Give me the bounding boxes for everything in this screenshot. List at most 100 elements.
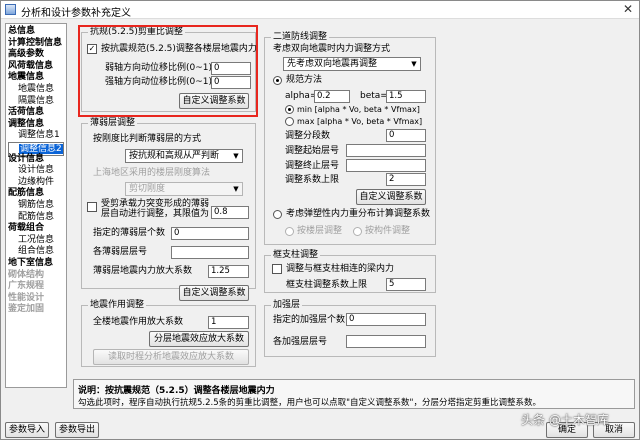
transfer-label-2: 层自动进行调整，其限值为 <box>101 209 210 219</box>
two-stage-custom-button[interactable]: 自定义调整系数 <box>356 189 426 205</box>
nav-item-label: 调整信息 <box>8 118 45 129</box>
nav-item[interactable]: 配筋信息 <box>8 212 54 223</box>
end-layer-input[interactable] <box>346 159 426 172</box>
by-member-radio[interactable] <box>353 227 362 236</box>
frame-support-title: 框支柱调整 <box>271 250 321 261</box>
nav-item[interactable]: 工况信息 <box>8 235 54 246</box>
nav-item[interactable]: 边缘构件 <box>8 177 54 188</box>
dialog-window: 分析和设计参数补充定义 ✕ 总信息 计算控制信息 高级参数 风荷载信息 地震信息 地震信息… <box>0 0 640 440</box>
strengthen-count-input[interactable]: 0 <box>346 313 426 326</box>
watermark: 头条 @土木智库 <box>521 413 609 427</box>
by-layer-radio[interactable] <box>285 227 294 236</box>
nav-item-label: 工况信息 <box>18 234 55 245</box>
alpha-input[interactable]: 0.2 <box>314 90 350 103</box>
spec-method-label: 规范方法 <box>286 75 323 85</box>
strengthen-layers-label: 各加强层层号 <box>273 337 328 347</box>
nav-item[interactable]: 组合信息 <box>8 246 54 257</box>
shanghai-label: 上海地区采用的楼层刚度算法 <box>93 168 211 178</box>
by-layer-label: 按楼层调整 <box>297 226 343 236</box>
bidir-select[interactable]: 先考虑双向地震再调整 ▼ <box>283 57 421 71</box>
min-label: min [alpha * Vo, beta * Vfmax] <box>297 105 420 114</box>
strengthen-title: 加强层 <box>271 300 303 311</box>
beta-input[interactable]: 1.5 <box>386 90 426 103</box>
weak-custom-button[interactable]: 自定义调整系数 <box>179 285 249 301</box>
window-title: 分析和设计参数补充定义 <box>21 8 131 19</box>
nav-item[interactable]: 调整信息1 <box>8 130 60 141</box>
app-icon <box>5 4 16 15</box>
two-stage-title: 二道防线调整 <box>271 32 330 43</box>
nav-item-label: 组合信息 <box>18 246 55 257</box>
weak-method-label: 按刚度比判断薄弱层的方式 <box>93 134 202 144</box>
weak-method-select[interactable]: 按抗规和高规从严判断 ▼ <box>125 149 243 163</box>
layer-seismic-button[interactable]: 分层地震效应放大系数 <box>149 331 249 347</box>
transfer-input[interactable]: 0.8 <box>211 206 249 219</box>
shanghai-value: 剪切刚度 <box>129 184 166 194</box>
min-radio[interactable] <box>285 105 294 114</box>
chevron-down-icon: ▼ <box>411 60 417 68</box>
bidir-label: 考虑双向地震时内力调整方式 <box>273 44 391 54</box>
nav-item-label: 配筋信息 <box>18 211 55 222</box>
close-button[interactable]: ✕ <box>623 2 633 16</box>
weak-factor-input[interactable]: 1.25 <box>208 265 249 278</box>
chevron-down-icon: ▼ <box>233 152 239 160</box>
plastic-radio[interactable] <box>273 210 282 219</box>
nav-item-label: 地震信息 <box>8 72 45 83</box>
nav-item[interactable]: 性能设计 <box>8 293 44 304</box>
nav-item-label: 总信息 <box>8 26 36 36</box>
nav-item[interactable]: 隔震信息 <box>8 96 54 107</box>
transfer-checkbox[interactable] <box>87 202 97 212</box>
nav-item[interactable]: 设计信息 <box>8 154 44 165</box>
nav-item[interactable]: 砌体结构 <box>8 270 44 281</box>
nav-item[interactable]: 地震信息 <box>8 72 44 83</box>
import-button[interactable]: 参数导入 <box>5 422 49 438</box>
nav-item-label: 调整信息2 <box>19 144 63 154</box>
weak-layers-label: 各薄弱层层号 <box>93 247 148 257</box>
seismic-factor-label: 全楼地震作用放大系数 <box>93 317 184 327</box>
weak-count-label: 指定的薄弱层个数 <box>93 228 166 238</box>
nav-tree: 总信息 计算控制信息 高级参数 风荷载信息 地震信息 地震信息 隔震信息 活荷信息 调整信息 调整… <box>5 23 67 388</box>
weak-method-value: 按抗规和高规从严判断 <box>129 151 220 161</box>
nav-item-label: 设计信息 <box>18 165 55 176</box>
by-member-label: 按构件调整 <box>365 226 411 236</box>
seismic-factor-input[interactable]: 1 <box>208 316 249 329</box>
nav-item[interactable]: 广东规程 <box>8 281 44 292</box>
nav-item-label: 边缘构件 <box>18 176 55 187</box>
nav-item[interactable]: 调整信息 <box>8 119 44 130</box>
frame-support-checkbox[interactable] <box>272 264 282 274</box>
nav-item[interactable]: 活荷信息 <box>8 107 44 118</box>
max-radio[interactable] <box>285 117 294 126</box>
nav-item-label: 隔震信息 <box>18 95 55 106</box>
nav-item[interactable]: 风荷载信息 <box>8 61 53 72</box>
strengthen-layers-input[interactable] <box>346 335 426 348</box>
spec-method-radio[interactable] <box>273 76 282 85</box>
nav-item[interactable]: 计算控制信息 <box>8 38 62 49</box>
nav-item-label: 设计信息 <box>8 153 45 164</box>
description-panel: 说明：按抗震规范（5.2.5）调整各楼层地震内力 勾选此项时，程序自动执行抗规5… <box>73 379 635 409</box>
frame-support-label: 调整与框支柱相连的梁内力 <box>286 264 395 274</box>
shanghai-select[interactable]: 剪切刚度 ▼ <box>125 182 243 196</box>
nav-item[interactable]: 荷载组合 <box>8 223 44 234</box>
nav-item[interactable]: 设计信息 <box>8 165 54 176</box>
bidir-value: 先考虑双向地震再调整 <box>287 59 378 69</box>
export-button[interactable]: 参数导出 <box>55 422 99 438</box>
nav-item[interactable]: 地震信息 <box>8 84 54 95</box>
start-layer-input[interactable] <box>346 144 426 157</box>
alpha-label: alpha= <box>285 91 318 101</box>
nav-item[interactable]: 鉴定加固 <box>8 304 44 315</box>
weak-layers-input[interactable] <box>171 246 249 259</box>
seg-count-input[interactable]: 0 <box>386 129 426 142</box>
highlight-box <box>78 25 258 117</box>
upper-limit-input[interactable]: 2 <box>386 173 426 186</box>
frame-upper-input[interactable]: 5 <box>386 278 426 291</box>
nav-item-label: 广东规程 <box>8 281 45 292</box>
nav-item[interactable]: 高级参数 <box>8 49 44 60</box>
timehistory-button[interactable]: 读取时程分析地震效应放大系数 <box>93 349 249 365</box>
nav-item[interactable]: 钢筋信息 <box>8 200 54 211</box>
nav-item[interactable]: 总信息 <box>8 26 35 37</box>
nav-item-label: 鉴定加固 <box>8 304 45 315</box>
nav-item-label: 活荷信息 <box>8 107 45 118</box>
nav-item[interactable]: 配筋信息 <box>8 188 44 199</box>
weak-factor-label: 薄弱层地震内力放大系数 <box>93 266 193 276</box>
weak-count-input[interactable]: 0 <box>171 227 249 240</box>
nav-item[interactable]: 地下室信息 <box>8 258 53 269</box>
